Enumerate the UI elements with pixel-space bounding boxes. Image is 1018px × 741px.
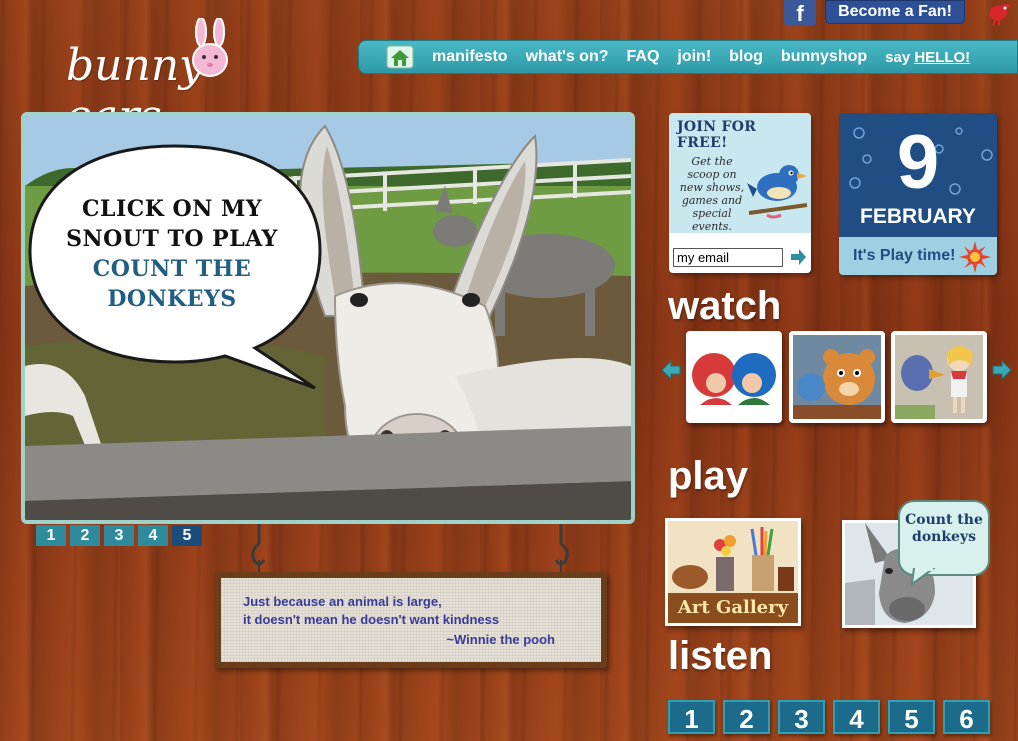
feature-pager: 1 2 3 4 5: [36, 525, 202, 546]
arrow-left-icon[interactable]: [661, 359, 681, 381]
bubble-line-1: CLICK ON MY: [81, 196, 263, 222]
sun-icon: [959, 241, 991, 273]
count-bubble-line-2: donkeys: [912, 529, 976, 545]
site-logo[interactable]: bunnyears: [66, 18, 326, 142]
nav-whats-on[interactable]: what's on?: [526, 48, 609, 66]
count-donkeys-bubble[interactable]: Count the donkeys: [898, 500, 990, 576]
watch-thumbnail-2[interactable]: [789, 331, 885, 423]
join-description: Get the scoop on new shows, games and sp…: [679, 155, 745, 233]
feature-photo[interactable]: [21, 112, 635, 524]
donkey-photo[interactable]: [25, 116, 631, 520]
bluebird-icon: [747, 165, 808, 219]
pager-2[interactable]: 2: [70, 525, 100, 546]
art-supplies-image: [668, 521, 798, 593]
art-gallery-label: Art Gallery: [668, 593, 798, 623]
nav-join[interactable]: join!: [677, 48, 711, 66]
facebook-icon[interactable]: f: [784, 0, 816, 26]
listen-track-2[interactable]: 2: [723, 700, 770, 734]
listen-heading: listen: [668, 634, 773, 678]
watch-heading: watch: [668, 284, 782, 328]
quote-attribution: ~Winnie the pooh: [446, 632, 555, 647]
arrow-right-icon[interactable]: [789, 248, 807, 266]
arrow-right-icon[interactable]: [992, 359, 1012, 381]
listen-tracks: 1 2 3 4 5 6: [668, 700, 990, 734]
video-thumbnail-image: [793, 335, 881, 419]
bunny-logo-icon: [192, 18, 228, 77]
nav-manifesto[interactable]: manifesto: [432, 48, 508, 66]
sign-hook-icon: [554, 524, 569, 574]
pager-4[interactable]: 4: [138, 525, 168, 546]
quote-text: Just because an animal is large, it does…: [221, 578, 601, 662]
bubble-line-2: SNOUT TO PLAY: [66, 226, 278, 252]
date-box[interactable]: 9 FEBRUARY It's Play time!: [839, 113, 997, 275]
quote-line-2: it doesn't mean he doesn't want kindness: [243, 612, 500, 627]
become-fan-button[interactable]: Become a Fan!: [825, 0, 965, 24]
nav-blog[interactable]: blog: [729, 48, 763, 66]
nav-bunnyshop[interactable]: bunnyshop: [781, 48, 867, 66]
email-field[interactable]: [673, 247, 783, 267]
play-heading: play: [668, 454, 749, 498]
video-thumbnail-image: [895, 335, 983, 419]
pager-5-active[interactable]: 5: [172, 525, 202, 546]
count-bubble-line-1: Count the: [905, 512, 983, 528]
watch-thumbnail-3[interactable]: [891, 331, 987, 423]
home-icon[interactable]: [385, 44, 415, 70]
quote-line-1: Just because an animal is large,: [243, 594, 442, 609]
listen-track-6[interactable]: 6: [943, 700, 990, 734]
art-gallery-tile[interactable]: Art Gallery: [665, 518, 801, 626]
watch-thumbnail-1[interactable]: [686, 331, 782, 423]
listen-track-5[interactable]: 5: [888, 700, 935, 734]
sign-hook-icon: [251, 524, 266, 574]
bird-icon[interactable]: [985, 0, 1015, 26]
join-title: JOIN FOR FREE!: [677, 119, 757, 151]
main-nav: manifesto what's on? FAQ join! blog bunn…: [358, 40, 1018, 74]
bubble-tail: [910, 568, 936, 586]
nav-faq[interactable]: FAQ: [627, 48, 660, 66]
listen-track-1[interactable]: 1: [668, 700, 715, 734]
bubble-line-3: COUNT THE DONKEYS: [92, 256, 252, 312]
nav-say-hello[interactable]: say HELLO!: [885, 49, 970, 66]
speech-bubble[interactable]: CLICK ON MY SNOUT TO PLAY COUNT THE DONK…: [40, 194, 304, 314]
date-month: FEBRUARY: [860, 205, 976, 228]
listen-track-3[interactable]: 3: [778, 700, 825, 734]
pager-3[interactable]: 3: [104, 525, 134, 546]
join-box: JOIN FOR FREE! Get the scoop on new show…: [669, 113, 811, 273]
listen-track-4[interactable]: 4: [833, 700, 880, 734]
video-thumbnail-image: [690, 335, 778, 419]
quote-sign: Just because an animal is large, it does…: [215, 572, 607, 668]
date-day: 9: [896, 120, 940, 205]
pager-1[interactable]: 1: [36, 525, 66, 546]
